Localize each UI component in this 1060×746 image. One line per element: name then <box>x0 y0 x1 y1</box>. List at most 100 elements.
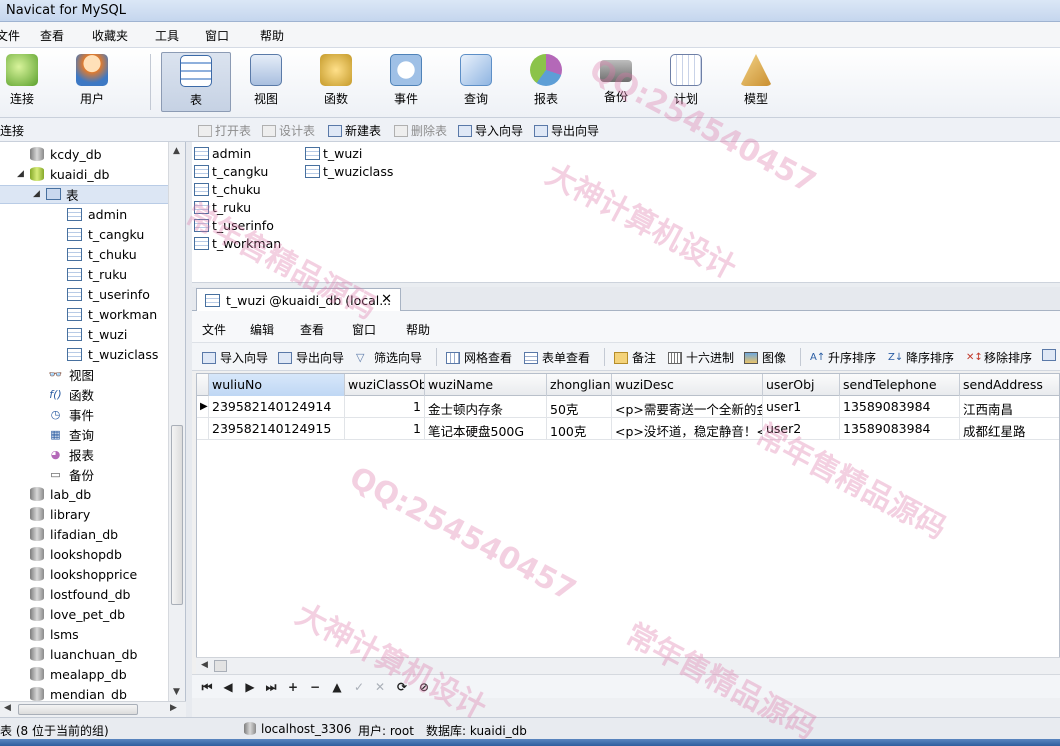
column-header-sendTelephone[interactable]: sendTelephone <box>840 374 960 396</box>
filter-wizard-button[interactable]: ▽ 筛选向导 <box>356 349 422 366</box>
cell-sendTelephone[interactable]: 13589083984 <box>840 418 960 440</box>
scroll-down-arrow-icon[interactable]: ▼ <box>173 687 180 697</box>
grid-view-button[interactable]: 网格查看 <box>446 349 512 366</box>
apply-changes-icon[interactable]: ✓ <box>350 678 368 696</box>
cell-zhongliang[interactable]: 50克 <box>547 396 612 418</box>
previous-record-icon[interactable]: ◀ <box>219 678 237 696</box>
table-row[interactable]: 239582140124915 1 笔记本硬盘500G 100克 <p>没坏道，… <box>197 418 1059 440</box>
tree-vertical-scrollbar[interactable]: ▲ ▼ <box>168 142 185 701</box>
column-header-sendAddress[interactable]: sendAddress <box>960 374 1059 396</box>
object-table-t_ruku[interactable]: t_ruku <box>194 198 251 216</box>
menu-file[interactable]: 文件 <box>0 27 20 44</box>
tree-folder-tables[interactable]: ◢ 表 <box>33 184 79 204</box>
tree-db-library[interactable]: library <box>17 504 90 524</box>
model-button[interactable]: 模型 <box>721 52 791 112</box>
object-table-t_cangku[interactable]: t_cangku <box>194 162 268 180</box>
open-table-button[interactable]: 打开表 <box>198 122 251 139</box>
hex-button[interactable]: 十六进制 <box>668 349 734 366</box>
close-icon[interactable]: ✕ <box>381 292 392 307</box>
tree-table-t_userinfo[interactable]: t_userinfo <box>67 284 150 304</box>
table-button[interactable]: 表 <box>161 52 231 112</box>
cell-wuziName[interactable]: 金士顿内存条 <box>425 396 547 418</box>
grid-horizontal-scrollbar[interactable]: ◀ <box>196 657 1060 674</box>
object-table-t_workman[interactable]: t_workman <box>194 234 281 252</box>
tree-db-lookshopprice[interactable]: lookshopprice <box>17 564 137 584</box>
column-header-userObj[interactable]: userObj <box>763 374 840 396</box>
column-header-wuziDesc[interactable]: wuziDesc <box>612 374 763 396</box>
design-table-button[interactable]: 设计表 <box>262 122 315 139</box>
table-export-wizard-button[interactable]: 导出向导 <box>278 349 344 366</box>
tree-table-t_wuzi[interactable]: t_wuzi <box>67 324 127 344</box>
edit-record-icon[interactable]: ▲ <box>328 678 346 696</box>
tree-folder-reports[interactable]: ◕ 报表 <box>48 444 94 464</box>
delete-record-icon[interactable]: − <box>306 678 324 696</box>
event-button[interactable]: 事件 <box>371 52 441 112</box>
scroll-up-arrow-icon[interactable]: ▲ <box>173 146 180 156</box>
cell-sendAddress[interactable]: 成都红星路 <box>960 418 1059 440</box>
tree-hscroll-thumb[interactable] <box>18 704 138 715</box>
table-row[interactable]: ▶ 239582140124914 1 金士顿内存条 50克 <p>需要寄送一个… <box>197 396 1059 418</box>
cell-userObj[interactable]: user1 <box>763 396 840 418</box>
user-button[interactable]: 用户 <box>57 52 127 112</box>
cell-wuziClassObj[interactable]: 1 <box>345 418 425 440</box>
menu-favorites[interactable]: 收藏夹 <box>92 27 128 44</box>
tree-table-t_wuziclass[interactable]: t_wuziclass <box>67 344 158 364</box>
schedule-button[interactable]: 计划 <box>651 52 721 112</box>
cell-wuziDesc[interactable]: <p>需要寄送一个全新的金 <box>612 396 763 418</box>
discard-changes-icon[interactable]: ✕ <box>371 678 389 696</box>
menu-tools[interactable]: 工具 <box>155 27 179 44</box>
tree-db-lsms[interactable]: lsms <box>17 624 79 644</box>
scroll-right-arrow-icon[interactable]: ▶ <box>170 703 177 713</box>
menu-help[interactable]: 帮助 <box>260 27 284 44</box>
column-header-zhongliang[interactable]: zhongliang <box>547 374 612 396</box>
image-button[interactable]: 图像 <box>744 349 786 366</box>
tree-table-t_workman[interactable]: t_workman <box>67 304 157 324</box>
table-menu-window[interactable]: 窗口 <box>352 321 376 338</box>
tab-t_wuzi[interactable]: t_wuzi @kuaidi_db (local... ✕ <box>196 288 401 311</box>
column-header-wuziName[interactable]: wuziName <box>425 374 547 396</box>
first-record-icon[interactable]: ⏮ <box>198 678 216 696</box>
remove-sort-button[interactable]: ✕↕ 移除排序 <box>966 349 1032 366</box>
tree-scroll-thumb[interactable] <box>171 425 183 605</box>
tree-db-kcdy_db[interactable]: kcdy_db <box>17 144 102 164</box>
stop-icon[interactable]: ⊘ <box>415 678 433 696</box>
cell-wuliuNo[interactable]: 239582140124914 <box>209 396 345 418</box>
import-wizard-button[interactable]: 导入向导 <box>458 122 523 139</box>
table-import-wizard-button[interactable]: 导入向导 <box>202 349 268 366</box>
cell-zhongliang[interactable]: 100克 <box>547 418 612 440</box>
tree-folder-views[interactable]: 👓 视图 <box>48 364 94 384</box>
tree-db-lookshopdb[interactable]: lookshopdb <box>17 544 122 564</box>
table-menu-file[interactable]: 文件 <box>202 321 226 338</box>
cell-wuliuNo[interactable]: 239582140124915 <box>209 418 345 440</box>
table-menu-help[interactable]: 帮助 <box>406 321 430 338</box>
scroll-left-arrow-icon[interactable]: ◀ <box>201 660 208 670</box>
scroll-left-arrow-icon[interactable]: ◀ <box>4 703 11 713</box>
object-table-t_wuziclass[interactable]: t_wuziclass <box>305 162 393 180</box>
toolbar-overflow-button[interactable] <box>1042 349 1060 361</box>
add-record-icon[interactable]: + <box>284 678 302 696</box>
sort-descending-button[interactable]: Z↓ 降序排序 <box>888 349 954 366</box>
tree-folder-backups[interactable]: ▭ 备份 <box>48 464 94 484</box>
tree-db-kuaidi_db[interactable]: ◢ kuaidi_db <box>17 164 109 184</box>
tree-db-mealapp_db[interactable]: mealapp_db <box>17 664 127 684</box>
cell-wuziClassObj[interactable]: 1 <box>345 396 425 418</box>
cell-wuziDesc[interactable]: <p>没坏道，稳定静音！</ <box>612 418 763 440</box>
sort-ascending-button[interactable]: A↑ 升序排序 <box>810 349 876 366</box>
tree-db-lab_db[interactable]: lab_db <box>17 484 91 504</box>
table-menu-edit[interactable]: 编辑 <box>250 321 274 338</box>
view-button[interactable]: 视图 <box>231 52 301 112</box>
connect-button[interactable]: 连接 <box>0 52 57 112</box>
menu-view[interactable]: 查看 <box>40 27 64 44</box>
tree-folder-events[interactable]: ◷ 事件 <box>48 404 94 424</box>
object-table-t_chuku[interactable]: t_chuku <box>194 180 261 198</box>
object-table-t_userinfo[interactable]: t_userinfo <box>194 216 274 234</box>
tree-table-t_chuku[interactable]: t_chuku <box>67 244 137 264</box>
tree-db-love_pet_db[interactable]: love_pet_db <box>17 604 125 624</box>
column-header-wuliuNo[interactable]: wuliuNo <box>209 374 345 396</box>
table-menu-view[interactable]: 查看 <box>300 321 324 338</box>
tree-table-t_cangku[interactable]: t_cangku <box>67 224 144 244</box>
tree-folder-functions[interactable]: f() 函数 <box>48 384 94 404</box>
tree-table-admin[interactable]: admin <box>67 204 127 224</box>
delete-table-button[interactable]: 删除表 <box>394 122 447 139</box>
tree-horizontal-scrollbar[interactable]: ◀ ▶ <box>0 701 186 717</box>
